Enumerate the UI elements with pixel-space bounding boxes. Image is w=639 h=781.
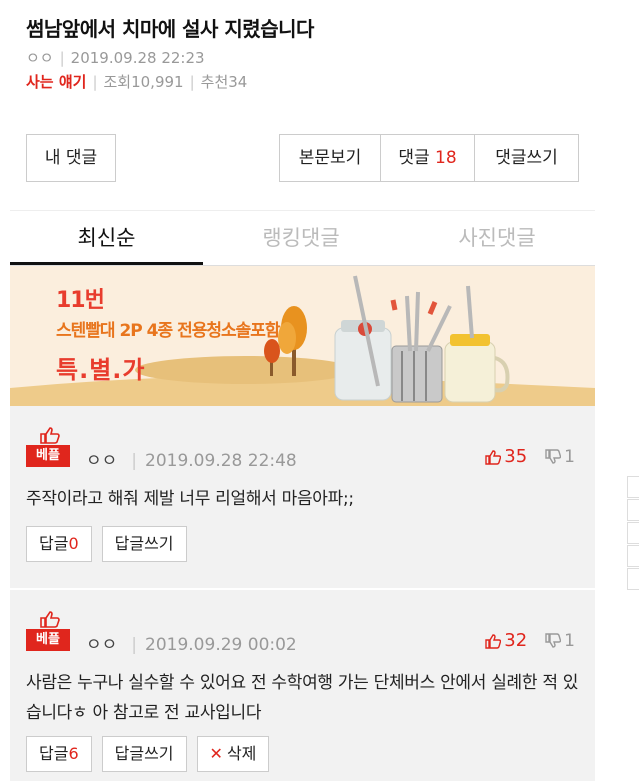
comment-meta: ㅇㅇ | 2019.09.29 00:02 [86, 635, 297, 655]
reply-count-button[interactable]: 답글6 [26, 736, 92, 772]
downvote-count: 1 [564, 630, 575, 651]
best-badge-label: 베플 [26, 629, 70, 651]
post-meta: ㅇㅇ | 2019.09.28 22:23 [26, 49, 205, 67]
post-action-group: 본문보기 댓글 18 댓글쓰기 [279, 134, 579, 182]
tab-latest[interactable]: 최신순 [10, 211, 203, 265]
page: 썸남앞에서 치마에 설사 지렸습니다 ㅇㅇ | 2019.09.28 22:23 사… [10, 0, 595, 781]
upvote-button[interactable]: 35 [485, 446, 527, 467]
comment-meta: ㅇㅇ | 2019.09.28 22:48 [86, 451, 297, 471]
comments-count: 18 [435, 148, 457, 168]
comment-author: ㅇㅇ [86, 451, 118, 471]
best-comment-badge: 베플 [26, 426, 74, 467]
comment-votes: 32 1 [485, 630, 575, 651]
my-comments-button[interactable]: 내 댓글 [26, 134, 116, 182]
best-badge-label: 베플 [26, 445, 70, 467]
delete-label: 삭제 [226, 744, 257, 763]
upvote-button[interactable]: 32 [485, 630, 527, 651]
post-button-row: 내 댓글 본문보기 댓글 18 댓글쓰기 [26, 134, 579, 182]
comment-item: 베플 ㅇㅇ | 2019.09.29 00:02 32 1 사람은 누구나 실수할 … [10, 590, 595, 781]
reply-label: 답글 [39, 744, 69, 763]
side-menu-item[interactable] [627, 545, 639, 567]
downvote-button[interactable]: 1 [545, 631, 575, 651]
write-comment-button[interactable]: 댓글쓰기 [475, 134, 579, 182]
post-datetime: 2019.09.28 22:23 [70, 49, 205, 67]
thumbs-up-icon [485, 449, 502, 465]
reply-count: 0 [68, 534, 79, 553]
side-menu-item[interactable] [627, 476, 639, 498]
ad-price-tag: 특.별.가 [56, 356, 146, 384]
thumbs-down-icon [545, 448, 562, 464]
tab-ranking[interactable]: 랭킹댓글 [203, 211, 399, 265]
upvote-count: 32 [504, 630, 528, 651]
post-category-link[interactable]: 사는 얘기 [26, 73, 86, 91]
tab-photo[interactable]: 사진댓글 [399, 211, 595, 265]
reply-count-button[interactable]: 답글0 [26, 526, 92, 562]
post-header: 썸남앞에서 치마에 설사 지렸습니다 ㅇㅇ | 2019.09.28 22:23 사… [10, 0, 595, 210]
downvote-button[interactable]: 1 [545, 447, 575, 467]
post-stats: 사는 얘기 | 조회10,991 | 추천34 [26, 73, 248, 91]
comment-text: 사람은 누구나 실수할 수 있어요 전 수학여행 가는 단체버스 안에서 실례한… [26, 673, 579, 723]
comment-votes: 35 1 [485, 446, 575, 467]
thumbs-up-icon [485, 633, 502, 649]
comments-label: 댓글 [398, 148, 430, 168]
delete-button[interactable]: ✕ 삭제 [196, 736, 270, 772]
comment-actions: 답글6 답글쓰기 ✕ 삭제 [26, 736, 279, 772]
thumbs-up-icon [40, 611, 60, 628]
reply-label: 답글 [39, 534, 69, 553]
comments-count-button[interactable]: 댓글 18 [381, 134, 475, 182]
comment-datetime: 2019.09.28 22:48 [145, 451, 297, 471]
side-quick-menu [627, 476, 639, 591]
post-views: 조회10,991 [103, 73, 184, 91]
ad-headline: 스텐빨대 2P 4종 전용청소솔포함 [56, 321, 281, 341]
downvote-count: 1 [564, 446, 575, 467]
side-menu-item[interactable] [627, 499, 639, 521]
comment-text: 주작이라고 해줘 제발 너무 리얼해서 마음아파;; [26, 489, 354, 509]
post-title: 썸남앞에서 치마에 설사 지렸습니다 [26, 17, 314, 41]
comment-item: 베플 ㅇㅇ | 2019.09.28 22:48 35 1 주작이라고 해줘 제발 … [10, 406, 595, 588]
ad-logo: 11번 [56, 288, 105, 313]
comment-datetime: 2019.09.29 00:02 [145, 635, 297, 655]
close-icon: ✕ [209, 744, 223, 763]
post-author: ㅇㅇ [26, 49, 54, 67]
view-body-button[interactable]: 본문보기 [279, 134, 381, 182]
post-recommend: 추천34 [200, 73, 248, 91]
upvote-count: 35 [504, 446, 528, 467]
write-reply-button[interactable]: 답글쓰기 [101, 736, 187, 772]
write-reply-button[interactable]: 답글쓰기 [101, 526, 187, 562]
side-menu-item[interactable] [627, 522, 639, 544]
comment-actions: 답글0 답글쓰기 [26, 526, 197, 562]
best-comment-badge: 베플 [26, 610, 74, 651]
side-menu-item[interactable] [627, 568, 639, 590]
comment-sort-tabs: 최신순 랭킹댓글 사진댓글 [10, 210, 595, 266]
reply-count: 6 [68, 744, 79, 763]
ad-banner[interactable]: 11번 스텐빨대 2P 4종 전용청소솔포함 특.별.가 [10, 266, 595, 406]
comment-author: ㅇㅇ [86, 635, 118, 655]
thumbs-up-icon [40, 427, 60, 444]
thumbs-down-icon [545, 632, 562, 648]
